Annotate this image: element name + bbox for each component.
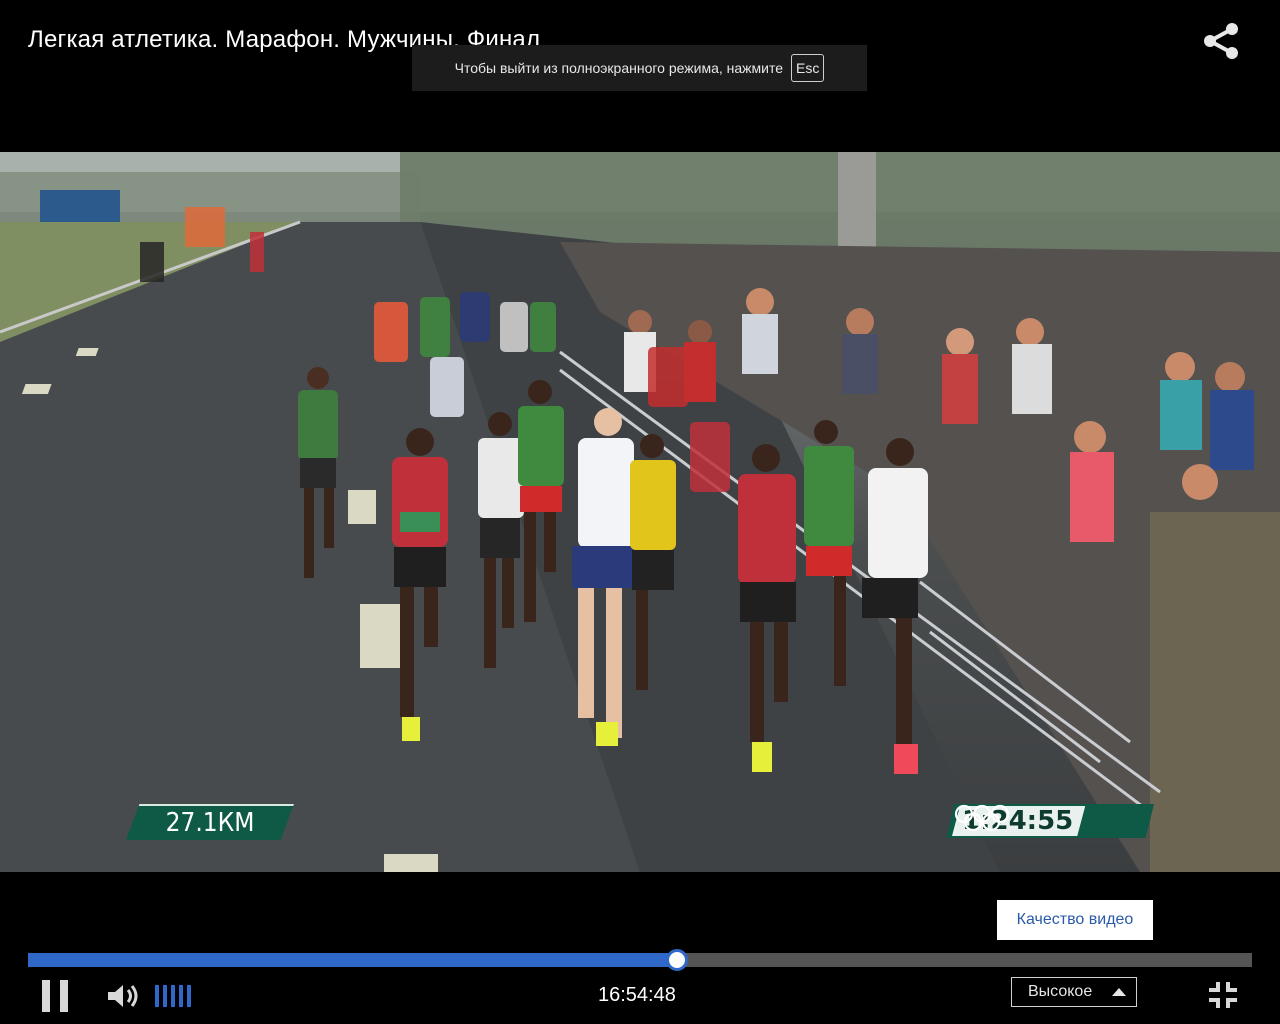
quality-select[interactable]: Высокое (1011, 977, 1137, 1007)
pause-icon (42, 980, 50, 1012)
distance-overlay: 27.1КМ (126, 804, 294, 840)
share-icon[interactable] (1200, 22, 1242, 60)
esc-key-hint: Esc (791, 54, 825, 82)
fullscreen-exit-notice: Чтобы выйти из полноэкранного режима, на… (412, 45, 867, 91)
video-scene (0, 152, 1280, 872)
pause-button[interactable] (42, 980, 70, 1012)
caret-up-icon (1112, 988, 1126, 996)
volume-level-bar (179, 985, 183, 1007)
quality-value: Высокое (1028, 983, 1093, 1000)
progress-played (28, 953, 677, 967)
fullscreen-notice-text: Чтобы выйти из полноэкранного режима, на… (454, 60, 784, 76)
volume-level-bar (163, 985, 167, 1007)
video-frame[interactable]: 27.1КМ 1:24:55 (0, 152, 1280, 872)
race-clock-overlay: 1:24:55 (946, 804, 1154, 838)
speaker-icon[interactable] (106, 982, 142, 1010)
exit-fullscreen-icon[interactable] (1206, 980, 1240, 1010)
volume-level-bar (155, 985, 159, 1007)
volume-level-bar (171, 985, 175, 1007)
volume-level-bar (187, 985, 191, 1007)
volume-slider[interactable] (155, 985, 191, 1007)
progress-bar[interactable] (28, 949, 1252, 971)
progress-thumb[interactable] (665, 949, 688, 971)
timecode: 16:54:48 (598, 984, 676, 1006)
olympic-rings-icon (954, 804, 1010, 832)
quality-tooltip: Качество видео (997, 900, 1153, 940)
pause-icon-bar (60, 980, 68, 1012)
